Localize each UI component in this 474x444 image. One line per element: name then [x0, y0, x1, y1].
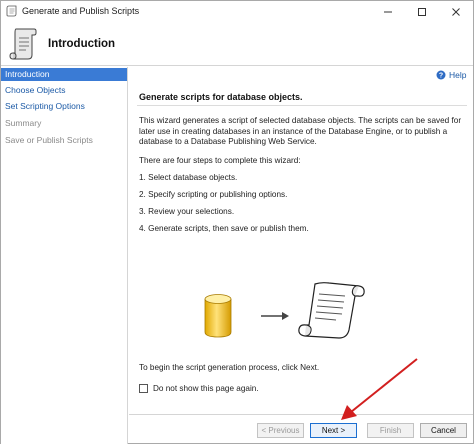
arrow-right-icon — [261, 312, 289, 320]
wizard-content: ? Help Generate scripts for database obj… — [129, 67, 473, 412]
step-item: 4. Generate scripts, then save or publis… — [139, 224, 309, 233]
script-scroll-icon — [6, 5, 17, 17]
sidebar-item-choose-objects[interactable]: Choose Objects — [1, 84, 127, 97]
previous-button[interactable]: < Previous — [257, 423, 304, 438]
footer-divider — [129, 414, 473, 415]
script-scroll-icon — [9, 28, 37, 60]
close-button[interactable] — [439, 1, 473, 22]
step-item: 2. Specify scripting or publishing optio… — [139, 190, 288, 199]
sidebar-item-summary: Summary — [5, 118, 42, 128]
begin-instruction: To begin the script generation process, … — [139, 363, 320, 372]
wizard-sidebar: Introduction Choose Objects Set Scriptin… — [1, 67, 128, 444]
script-scroll-icon — [298, 282, 365, 339]
maximize-button[interactable] — [405, 1, 439, 22]
step-item: 1. Select database objects. — [139, 173, 238, 182]
section-title: Generate scripts for database objects. — [139, 92, 303, 102]
database-icon — [204, 294, 232, 338]
title-bar[interactable]: Generate and Publish Scripts — [1, 1, 473, 22]
step-item: 3. Review your selections. — [139, 207, 235, 216]
svg-text:?: ? — [439, 73, 443, 80]
page-title: Introduction — [48, 38, 116, 50]
cancel-button[interactable]: Cancel — [420, 423, 467, 438]
wizard-header: Introduction — [1, 22, 473, 66]
wizard-window: Generate and Publish Scripts Introductio… — [0, 0, 474, 444]
minimize-icon — [384, 11, 392, 12]
steps-intro: There are four steps to complete this wi… — [139, 156, 301, 165]
help-icon: ? — [436, 70, 446, 80]
wizard-description: This wizard generates a script of select… — [139, 116, 462, 146]
section-divider — [137, 105, 467, 106]
close-icon — [452, 7, 460, 16]
dont-show-option[interactable]: Do not show this page again. — [139, 384, 259, 393]
window-title: Generate and Publish Scripts — [22, 6, 140, 16]
maximize-icon — [418, 7, 426, 16]
help-label: Help — [449, 70, 467, 80]
sidebar-item-save-or-publish: Save or Publish Scripts — [5, 135, 93, 145]
dont-show-label: Do not show this page again. — [153, 384, 259, 393]
minimize-button[interactable] — [371, 1, 405, 22]
sidebar-item-set-scripting-options[interactable]: Set Scripting Options — [1, 100, 127, 113]
sidebar-item-introduction[interactable]: Introduction — [1, 68, 127, 81]
annotation-arrow-icon — [341, 358, 418, 420]
help-link[interactable]: ? Help — [436, 70, 466, 80]
dont-show-checkbox[interactable] — [139, 384, 148, 393]
